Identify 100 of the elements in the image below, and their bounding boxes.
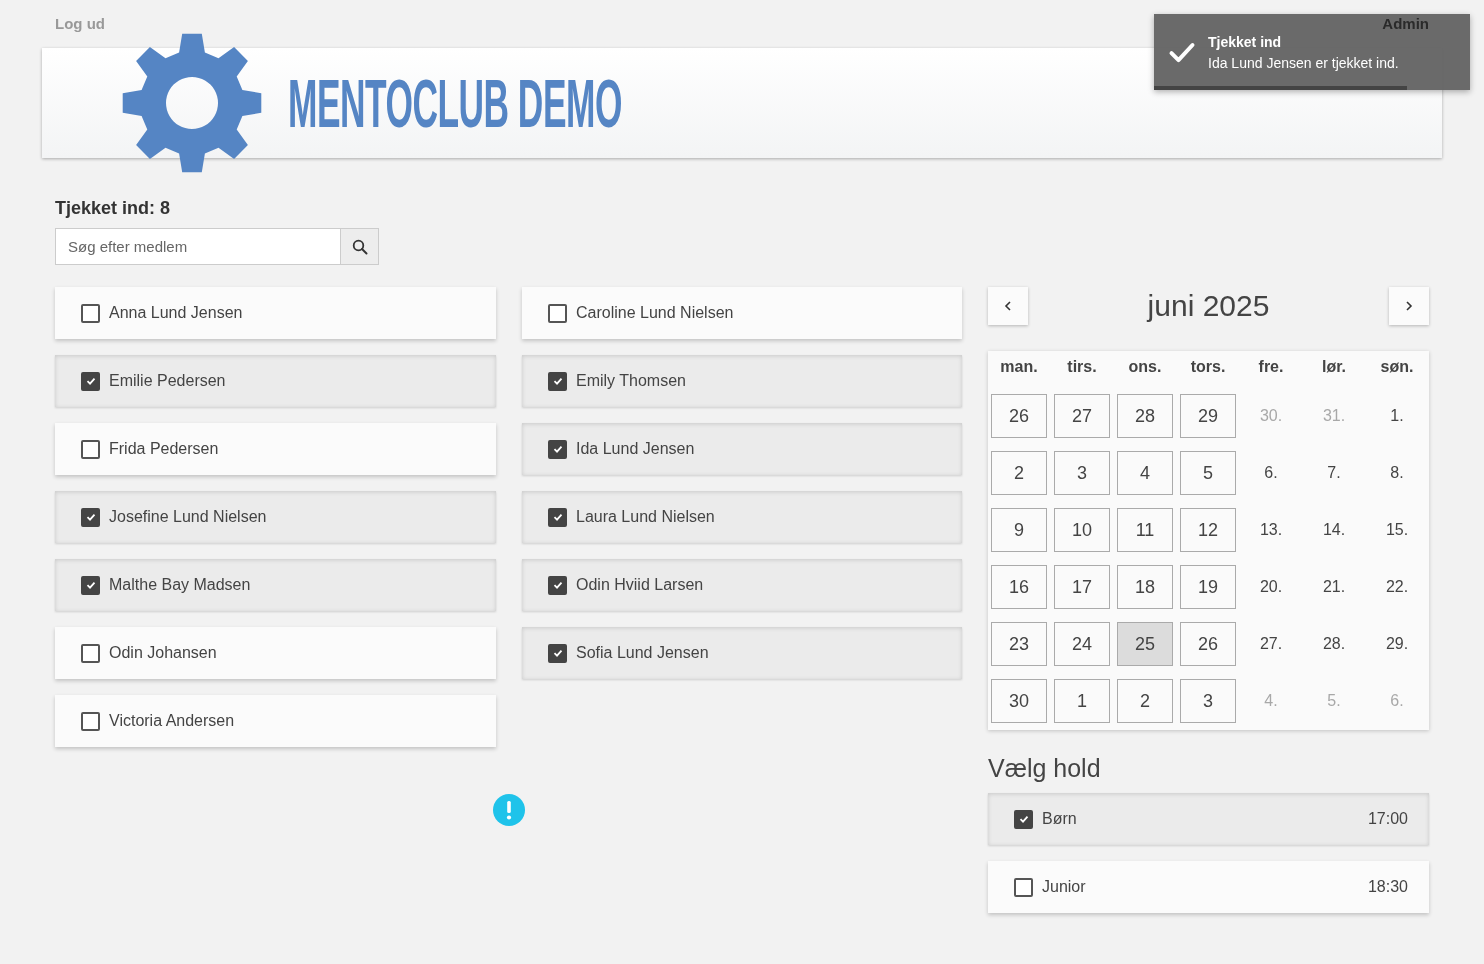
member-card[interactable]: Laura Lund Nielsen [522, 491, 962, 543]
checkbox[interactable] [548, 643, 567, 663]
team-name: Børn [1042, 810, 1077, 828]
member-card[interactable]: Sofia Lund Jensen [522, 627, 962, 679]
calendar-day[interactable]: 19 [1180, 565, 1236, 609]
check-icon [551, 647, 564, 659]
checkbox[interactable] [1014, 877, 1033, 897]
member-card[interactable]: Frida Pedersen [55, 423, 496, 475]
member-name: Emilie Pedersen [109, 372, 226, 390]
search-button[interactable] [340, 228, 379, 265]
checkbox[interactable] [81, 371, 100, 391]
checkbox[interactable] [81, 711, 100, 731]
calendar-day: 28. [1306, 622, 1362, 666]
calendar-day[interactable]: 29 [1180, 394, 1236, 438]
calendar-day[interactable]: 24 [1054, 622, 1110, 666]
member-card[interactable]: Odin Johansen [55, 627, 496, 679]
member-name: Victoria Andersen [109, 712, 235, 730]
checkbox[interactable] [81, 507, 100, 527]
calendar-day[interactable]: 27 [1054, 394, 1110, 438]
member-card[interactable]: Anna Lund Jensen [55, 287, 496, 339]
calendar-day[interactable]: 28 [1117, 394, 1173, 438]
calendar-day[interactable]: 17 [1054, 565, 1110, 609]
calendar-day[interactable]: 26 [1180, 622, 1236, 666]
search-field[interactable]: Søg efter medlem [55, 228, 340, 265]
search-icon [351, 238, 368, 255]
calendar-day[interactable]: 1 [1054, 679, 1110, 723]
checkbox[interactable] [548, 439, 567, 459]
member-card[interactable]: Emily Thomsen [522, 355, 962, 407]
calendar-day[interactable]: 3 [1054, 451, 1110, 495]
member-name: Odin Johansen [109, 644, 217, 662]
calendar-day[interactable]: 12 [1180, 508, 1236, 552]
weekday-label: man. [999, 357, 1039, 377]
checkbox[interactable] [548, 575, 567, 595]
calendar-day: 22. [1369, 565, 1425, 609]
member-card[interactable]: Malthe Bay Madsen [55, 559, 496, 611]
calendar-day[interactable]: 2 [1117, 679, 1173, 723]
checkbox[interactable] [548, 303, 567, 323]
calendar-day: 1. [1369, 394, 1425, 438]
calendar-day[interactable]: 4 [1117, 451, 1173, 495]
team-time: 17:00 [1367, 810, 1408, 828]
calendar-day[interactable]: 16 [991, 565, 1047, 609]
calendar-day: 6. [1243, 451, 1299, 495]
member-name: Emily Thomsen [576, 372, 686, 390]
calendar-day[interactable]: 10 [1054, 508, 1110, 552]
check-icon [84, 511, 97, 523]
calendar-day[interactable]: 5 [1180, 451, 1236, 495]
member-name: Malthe Bay Madsen [109, 576, 251, 594]
checkbox[interactable] [81, 575, 100, 595]
checkbox[interactable] [81, 303, 100, 323]
calendar-day: 13. [1243, 508, 1299, 552]
calendar-day[interactable]: 30 [991, 679, 1047, 723]
weekday-label: ons. [1127, 357, 1163, 377]
checkbox[interactable] [81, 643, 100, 663]
calendar-day: 14. [1306, 508, 1362, 552]
member-card[interactable]: Josefine Lund Nielsen [55, 491, 496, 543]
team-card[interactable]: Junior 18:30 [988, 861, 1429, 913]
member-card[interactable]: Victoria Andersen [55, 695, 496, 747]
chevron-right-icon [1403, 300, 1415, 312]
calendar-day: 7. [1306, 451, 1362, 495]
weekday-label: tirs. [1066, 357, 1098, 377]
member-card[interactable]: Odin Hviid Larsen [522, 559, 962, 611]
calendar-day[interactable]: 18 [1117, 565, 1173, 609]
calendar-day: 30. [1243, 394, 1299, 438]
calendar-day: 8. [1369, 451, 1425, 495]
check-icon [551, 443, 564, 455]
calendar-day[interactable]: 26 [991, 394, 1047, 438]
section-heading: Vælg hold [988, 754, 1102, 783]
member-card[interactable]: Emilie Pedersen [55, 355, 496, 407]
member-card[interactable]: Caroline Lund Nielsen [522, 287, 962, 339]
weekday-label: søn. [1379, 357, 1415, 377]
gear-icon [120, 31, 264, 175]
member-name: Anna Lund Jensen [109, 304, 243, 322]
checkbox[interactable] [81, 439, 100, 459]
calendar-day: 4. [1243, 679, 1299, 723]
check-icon [1017, 813, 1030, 825]
check-icon [84, 375, 97, 387]
toast-message: Ida Lund Jensen er tjekket ind. [1208, 54, 1399, 71]
team-card[interactable]: Børn 17:00 [988, 793, 1429, 845]
calendar-day[interactable]: 2 [991, 451, 1047, 495]
calendar-day: 15. [1369, 508, 1425, 552]
calendar-day[interactable]: 11 [1117, 508, 1173, 552]
checkbox[interactable] [1014, 809, 1033, 829]
calendar-day[interactable]: 25 [1117, 622, 1173, 666]
checkbox[interactable] [548, 507, 567, 527]
member-card[interactable]: Ida Lund Jensen [522, 423, 962, 475]
chevron-left-icon [1002, 300, 1014, 312]
calendar-day[interactable]: 23 [991, 622, 1047, 666]
calendar-day[interactable]: 9 [991, 508, 1047, 552]
member-name: Josefine Lund Nielsen [109, 508, 267, 526]
member-name: Ida Lund Jensen [576, 440, 695, 458]
app-title: MENTOCLUB DEMO [288, 64, 622, 142]
check-icon [551, 579, 564, 591]
calendar-day: 29. [1369, 622, 1425, 666]
weekday-label: lør. [1321, 357, 1347, 377]
member-name: Frida Pedersen [109, 440, 219, 458]
team-time: 18:30 [1367, 878, 1408, 896]
calendar-day[interactable]: 3 [1180, 679, 1236, 723]
checkbox[interactable] [548, 371, 567, 391]
calendar-day: 31. [1306, 394, 1362, 438]
calendar-day: 6. [1369, 679, 1425, 723]
